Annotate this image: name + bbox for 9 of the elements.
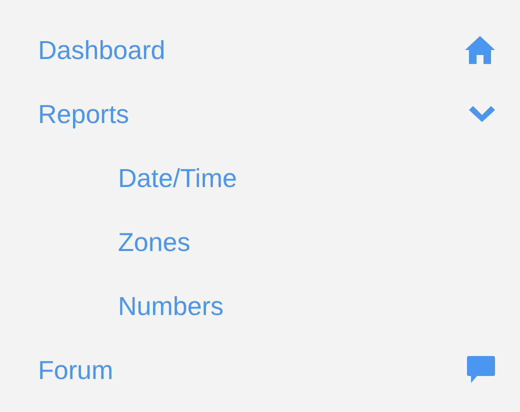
home-icon	[464, 35, 496, 65]
submenu-item[interactable]: Zones	[118, 226, 190, 258]
chevron-icon[interactable]	[468, 105, 496, 123]
menu-item[interactable]: Reports	[38, 98, 130, 130]
chat-icon	[466, 355, 496, 385]
submenu-item[interactable]: Numbers	[118, 290, 224, 322]
submenu-item[interactable]: Date/Time	[118, 162, 237, 194]
menu-item[interactable]: Dashboard	[38, 34, 166, 66]
menu-item[interactable]: Forum	[38, 354, 114, 386]
